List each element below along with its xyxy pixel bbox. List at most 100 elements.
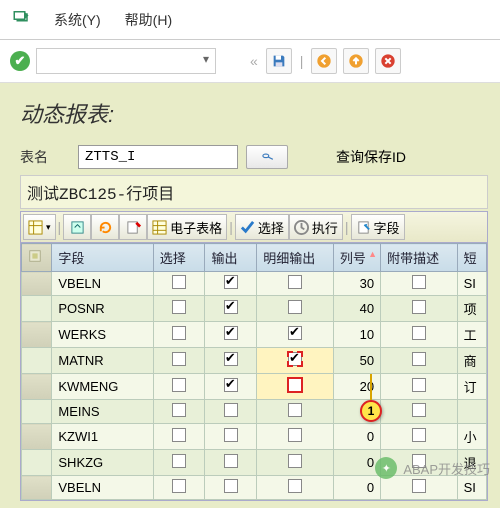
cell-select[interactable] — [153, 322, 205, 348]
annotation-number: 1 — [360, 400, 382, 422]
cell-output[interactable] — [205, 374, 257, 400]
cell-seq: 0 — [333, 450, 380, 476]
back-button[interactable] — [311, 48, 337, 74]
enter-button[interactable]: ✔ — [10, 51, 30, 71]
cell-select[interactable] — [153, 374, 205, 400]
cell-desc[interactable] — [381, 400, 458, 424]
cell-desc[interactable] — [381, 374, 458, 400]
cell-select[interactable] — [153, 348, 205, 374]
execute-button[interactable]: 执行 — [289, 214, 343, 240]
cell-short: 商 — [457, 348, 486, 374]
table-row: WERKS 10 工 — [22, 322, 487, 348]
cell-select[interactable] — [153, 272, 205, 296]
menu-system[interactable]: 系统(Y) — [54, 10, 101, 30]
table-name-label: 表名 — [20, 147, 70, 167]
command-field[interactable] — [36, 48, 216, 74]
table-row: KZWI10小 — [22, 424, 487, 450]
cell-desc[interactable] — [381, 348, 458, 374]
annotation-callout: 1 — [360, 400, 382, 422]
wechat-icon: ✦ — [375, 457, 397, 479]
cell-select[interactable] — [153, 400, 205, 424]
cell-select[interactable] — [153, 476, 205, 500]
refresh-icon[interactable] — [91, 214, 119, 240]
spreadsheet-button[interactable]: 电子表格 — [147, 214, 227, 240]
cell-select[interactable] — [153, 296, 205, 322]
row-selector[interactable] — [22, 348, 52, 374]
cell-detail-output[interactable] — [257, 424, 334, 450]
cancel-button[interactable] — [375, 48, 401, 74]
content-area: 动态报表: 表名 查询保存ID 测试ZBC125-行项目 ▾ | 电子表格 | … — [0, 83, 500, 508]
cell-output[interactable] — [205, 450, 257, 476]
cell-field: KZWI1 — [52, 424, 153, 450]
cell-output[interactable] — [205, 272, 257, 296]
row-selector[interactable] — [22, 400, 52, 424]
fields-button[interactable]: 字段 — [351, 214, 405, 240]
cell-output[interactable] — [205, 348, 257, 374]
col-seq[interactable]: 列号▲ — [333, 244, 380, 272]
cell-short — [457, 400, 486, 424]
cell-desc[interactable] — [381, 424, 458, 450]
delete-icon[interactable] — [119, 214, 147, 240]
search-help-button[interactable] — [246, 145, 288, 169]
row-selector[interactable] — [22, 374, 52, 400]
query-id-label: 查询保存ID — [336, 147, 406, 167]
cell-detail-output[interactable] — [257, 348, 334, 374]
cell-desc[interactable] — [381, 272, 458, 296]
cell-output[interactable] — [205, 322, 257, 348]
exit-button[interactable] — [343, 48, 369, 74]
cell-desc[interactable] — [381, 476, 458, 500]
row-selector[interactable] — [22, 450, 52, 476]
row-selector[interactable] — [22, 322, 52, 348]
select-button[interactable]: 选择 — [235, 214, 289, 240]
cell-field: WERKS — [52, 322, 153, 348]
row-selector-header[interactable] — [22, 244, 52, 272]
row-selector[interactable] — [22, 424, 52, 450]
cell-field: MEINS — [52, 400, 153, 424]
cell-seq: 50 — [333, 348, 380, 374]
cell-seq: 10 — [333, 322, 380, 348]
cell-detail-output[interactable] — [257, 450, 334, 476]
cell-detail-output[interactable] — [257, 476, 334, 500]
col-output[interactable]: 输出 — [205, 244, 257, 272]
cell-field: KWMENG — [52, 374, 153, 400]
cell-select[interactable] — [153, 450, 205, 476]
table-row: POSNR40项 — [22, 296, 487, 322]
cell-output[interactable] — [205, 296, 257, 322]
cell-desc[interactable] — [381, 322, 458, 348]
row-selector[interactable] — [22, 272, 52, 296]
table-name-input[interactable] — [78, 145, 238, 169]
cell-output[interactable] — [205, 424, 257, 450]
cell-output[interactable] — [205, 400, 257, 424]
cell-seq: 20 — [333, 374, 380, 400]
col-select[interactable]: 选择 — [153, 244, 205, 272]
save-button[interactable] — [266, 48, 292, 74]
col-desc[interactable]: 附带描述 — [381, 244, 458, 272]
menu-dropdown-icon[interactable] — [12, 8, 30, 31]
row-selector[interactable] — [22, 296, 52, 322]
cell-detail-output[interactable] — [257, 296, 334, 322]
cell-short: SI — [457, 272, 486, 296]
cell-short: 工 — [457, 322, 486, 348]
table-row: KWMENG20订 — [22, 374, 487, 400]
col-detail[interactable]: 明细输出 — [257, 244, 334, 272]
back-indicator: « — [250, 53, 258, 69]
export-icon[interactable] — [63, 214, 91, 240]
cell-detail-output[interactable] — [257, 272, 334, 296]
cell-seq: 0 — [333, 424, 380, 450]
cell-output[interactable] — [205, 476, 257, 500]
cell-short: 项 — [457, 296, 486, 322]
layout-icon[interactable]: ▾ — [23, 214, 56, 240]
grid-toolbar: ▾ | 电子表格 | 选择 执行 | 字段 — [21, 212, 487, 243]
standard-toolbar: ✔ « | — [0, 40, 500, 83]
cell-detail-output[interactable] — [257, 374, 334, 400]
col-short[interactable]: 短 — [457, 244, 486, 272]
row-selector[interactable] — [22, 476, 52, 500]
cell-select[interactable] — [153, 424, 205, 450]
cell-desc[interactable] — [381, 296, 458, 322]
menu-help[interactable]: 帮助(H) — [125, 10, 172, 30]
cell-detail-output[interactable] — [257, 400, 334, 424]
cell-detail-output[interactable] — [257, 322, 334, 348]
watermark: ✦ ABAP开发技巧 — [375, 457, 490, 479]
cell-seq: 0 — [333, 476, 380, 500]
col-field[interactable]: 字段 — [52, 244, 153, 272]
